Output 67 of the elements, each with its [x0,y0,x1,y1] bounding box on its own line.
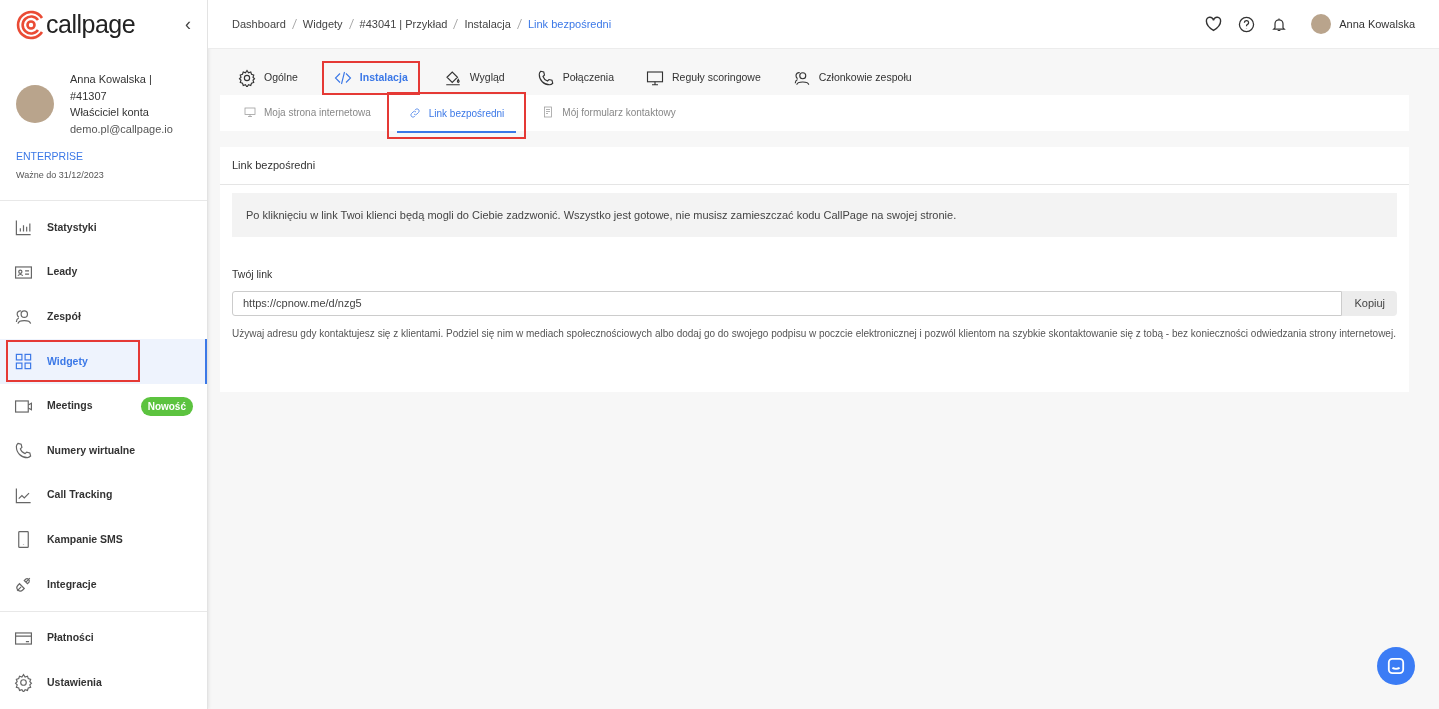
breadcrumb-separator [348,19,354,29]
breadcrumb-link[interactable]: Widgety [302,15,343,33]
nav-item[interactable]: Meetings Nowość [0,383,207,429]
plug-icon [14,575,33,594]
paint-bucket-icon [443,69,462,87]
breadcrumb-separator [291,19,297,29]
breadcrumb-separator [516,19,522,29]
form-icon [542,106,555,118]
code-icon [333,69,352,87]
phone-icon [536,69,555,87]
people-icon [792,69,811,87]
nav-item[interactable]: Widgety [0,339,207,384]
nav-item[interactable]: Kampanie SMS [0,517,207,563]
tab[interactable]: Wygląd [435,63,513,93]
field-label: Twój link [232,267,274,282]
breadcrumb-link[interactable]: #43041 | Przykład [359,15,448,33]
settings-icon [14,673,33,693]
user-name: Anna Kowalska | #41307 [70,72,153,104]
tab[interactable]: Członkowie zespołu [784,63,920,93]
monitor-icon [244,106,256,118]
panel-title: Link bezpośredni [220,147,1409,185]
nav-item[interactable]: Zespół [0,294,207,340]
tab[interactable]: Reguły scoringowe [638,63,769,93]
line-chart-icon [14,485,33,505]
nav-item[interactable]: Numery wirtualne [0,428,207,474]
logo-text: callpage [46,8,136,40]
tab[interactable]: Ogólne [230,63,306,93]
user-email: demo.pl@callpage.io [70,121,174,137]
user-name[interactable]: Anna Kowalska [1339,15,1415,33]
phone-icon [14,441,33,461]
logo-icon [16,9,46,40]
info-message: Po kliknięciu w link Twoi klienci będą mogli do Ciebie zadzwonić. Wszystko jest gotowe, nie musisz zamieszczać kodu CallPage na swojej stronie. [232,192,1397,237]
grid-icon [14,352,33,372]
settings-icon [238,69,256,87]
monitor-icon [646,69,665,87]
user-role: Właściciel konta [70,105,150,121]
nav-item[interactable]: Ustawienia [0,660,207,705]
breadcrumb-link[interactable]: Dashboard [232,15,286,33]
nav-item[interactable]: Płatności [0,615,207,661]
help-text: Używaj adresu gdy kontaktujesz się z klientami. Podziel się nim w mediach społecznościowych albo dodaj go do swojego podpisu w poczcie elektronicznej i pozwól klientom na szybkie skontaktowanie się z tobą - bez konieczności odwiedzania strony internetowej. [232,326,1397,341]
copy-button[interactable]: Kopiuj [1342,290,1397,316]
breadcrumb-separator [453,19,459,29]
new-badge: Nowość [140,396,193,416]
tab[interactable]: Połączenia [528,63,623,93]
nav-item[interactable]: Statystyki [0,205,207,251]
nav-item[interactable]: Integracje [0,562,207,607]
plan-validity: Ważne do 31/12/2023 [15,168,105,182]
nav-item[interactable]: Leady [0,250,207,295]
chat-button[interactable] [1377,647,1415,685]
tab[interactable]: Instalacja [321,61,420,95]
breadcrumb-link[interactable]: Instalacja [464,15,511,33]
chat-icon [1387,657,1405,675]
link-icon [408,107,421,119]
heart-icon[interactable] [1205,16,1223,32]
breadcrumb-link[interactable]: Link bezpośredni [527,15,612,33]
bar-chart-icon [14,218,33,238]
help-icon[interactable] [1238,15,1256,33]
collapse-button[interactable]: ‹ [185,11,191,39]
nav-item[interactable]: Call Tracking [0,473,207,518]
plan-label: ENTERPRISE [15,149,85,165]
link-field[interactable]: https://cpnow.me/d/nzg5 [232,290,1343,316]
tab[interactable]: Link bezpośredni [396,95,517,133]
tab[interactable]: Mój formularz kontaktowy [530,94,688,132]
avatar [1311,14,1332,34]
people-icon [14,307,33,327]
avatar [16,85,54,124]
tab[interactable]: Moja strona internetowa [232,94,383,132]
